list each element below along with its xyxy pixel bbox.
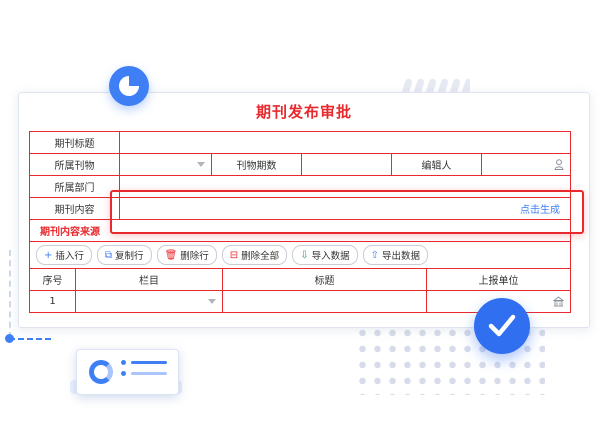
- col-title: 标题: [223, 269, 427, 290]
- editor-input[interactable]: [482, 154, 570, 175]
- col-column: 栏目: [76, 269, 223, 290]
- delete-row-label: 删除行: [180, 251, 209, 262]
- column-select[interactable]: [76, 291, 223, 312]
- journal-title-label: 期刊标题: [30, 132, 120, 153]
- chevron-down-icon: [208, 299, 216, 304]
- import-icon: ⇩: [300, 249, 309, 261]
- bullet-dot: [121, 360, 126, 365]
- check-badge: [474, 298, 530, 354]
- col-unit: 上报单位: [478, 276, 519, 287]
- connector-line: [9, 250, 11, 338]
- trash-all-icon: ⊟: [229, 249, 239, 261]
- delete-row-button[interactable]: 🗑 删除行: [156, 245, 217, 265]
- issue-input[interactable]: [302, 154, 392, 175]
- bar-line: [131, 372, 167, 375]
- user-icon[interactable]: [554, 159, 564, 170]
- title-input[interactable]: [223, 291, 427, 312]
- insert-row-label: 插入行: [55, 251, 84, 262]
- delete-all-button[interactable]: ⊟ 删除全部: [221, 245, 288, 265]
- delete-all-label: 删除全部: [241, 251, 280, 262]
- dept-label: 所属部门: [30, 176, 120, 197]
- row-index: 1: [30, 291, 76, 312]
- pie-chart-icon: [119, 76, 139, 96]
- insert-row-button[interactable]: + 插入行: [36, 245, 92, 265]
- journal-label: 所属刊物: [30, 154, 120, 175]
- plus-icon: +: [44, 249, 53, 261]
- donut-icon: [89, 360, 113, 384]
- row-journal-title: 期刊标题: [29, 131, 571, 153]
- table-toolbar: + 插入行 ⧉ 复制行 🗑 删除行 ⊟ 删除全部 ⇩ 导入数据 ⇧ 导出数据: [29, 241, 571, 268]
- export-data-label: 导出数据: [381, 251, 420, 262]
- issue-label: 刊物期数: [212, 154, 302, 175]
- import-data-button[interactable]: ⇩ 导入数据: [292, 245, 358, 265]
- export-icon: ⇧: [370, 249, 379, 261]
- connector-dash: [9, 338, 51, 340]
- journal-select[interactable]: [120, 154, 212, 175]
- chevron-down-icon: [197, 162, 205, 167]
- copy-row-button[interactable]: ⧉ 复制行: [96, 245, 152, 265]
- copy-icon: ⧉: [104, 249, 113, 261]
- content-label: 期刊内容: [30, 198, 120, 219]
- stats-mini-card: [76, 349, 179, 395]
- bar-line: [131, 361, 167, 364]
- trash-icon: 🗑: [164, 249, 178, 261]
- form-title: 期刊发布审批: [255, 103, 352, 121]
- col-index: 序号: [30, 269, 76, 290]
- table-header: 序号 栏目 标题 上报单位: [29, 268, 571, 290]
- content-highlight-box: [110, 190, 584, 234]
- journal-title-input[interactable]: [120, 132, 570, 153]
- check-icon: [488, 314, 516, 337]
- building-icon[interactable]: [553, 296, 564, 307]
- row-journal-meta: 所属刊物 刊物期数 编辑人: [29, 153, 571, 175]
- pie-chart-badge: [109, 66, 149, 106]
- export-data-button[interactable]: ⇧ 导出数据: [362, 245, 428, 265]
- connector-dot: [5, 334, 14, 343]
- editor-label: 编辑人: [392, 154, 482, 175]
- bullet-dot: [121, 371, 126, 376]
- import-data-label: 导入数据: [311, 251, 350, 262]
- copy-row-label: 复制行: [115, 251, 144, 262]
